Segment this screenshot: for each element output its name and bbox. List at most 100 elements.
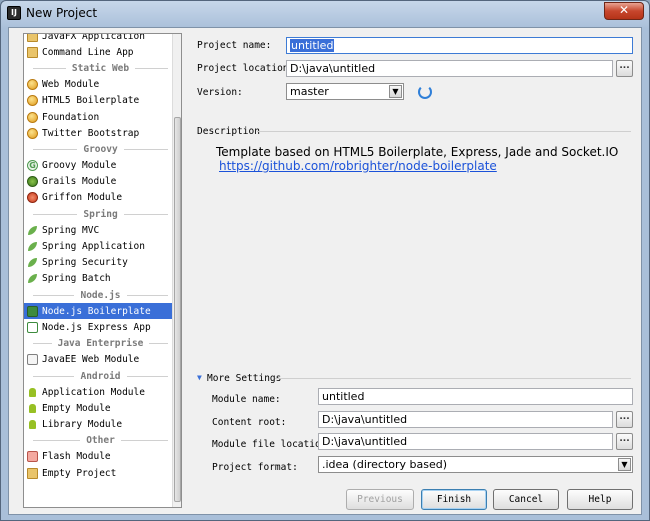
finish-button[interactable]: Finish (421, 489, 487, 510)
sidebar-group-label: Groovy (83, 143, 118, 155)
sidebar-group-label: Java Enterprise (57, 338, 144, 350)
close-button[interactable]: ✕ (604, 2, 644, 20)
project-location-browse-button[interactable]: ... (616, 60, 633, 77)
project-location-input[interactable]: D:\java\untitled (286, 60, 613, 77)
sidebar-group-label: Other (86, 435, 115, 447)
javaee-icon (27, 354, 38, 366)
sidebar-item[interactable]: Empty Module (24, 400, 174, 416)
sidebar-item-label: Node.js Express App (42, 321, 151, 333)
project-format-value: .idea (directory based) (322, 458, 448, 471)
sidebar-item-label: Grails Module (42, 176, 117, 188)
globe-icon (27, 127, 38, 139)
sidebar-item[interactable]: Library Module (24, 417, 174, 433)
sidebar-group-header: Java Enterprise (24, 336, 174, 352)
help-button[interactable]: Help (567, 489, 633, 510)
refresh-icon[interactable] (418, 85, 432, 99)
version-value: master (290, 85, 329, 98)
project-type-items: JavaFX Application Command Line App Static… (24, 33, 174, 481)
module-name-input[interactable]: untitled (318, 388, 633, 405)
sidebar-item[interactable]: JavaFX Application (24, 33, 174, 44)
title-bar[interactable]: IJ New Project ✕ (1, 1, 649, 25)
sidebar-item-label: Foundation (42, 111, 100, 123)
sidebar-item[interactable]: Empty Project (24, 465, 174, 481)
sidebar-item[interactable]: Spring Batch (24, 271, 174, 287)
spring-icon (27, 257, 38, 269)
sidebar-group-header: Spring (24, 206, 174, 222)
sidebar-item-label: Spring MVC (42, 224, 100, 236)
griffon-icon (27, 192, 38, 204)
sidebar-group-label: Node.js (80, 289, 121, 301)
chevron-down-icon[interactable]: ▼ (618, 458, 631, 471)
sidebar-item[interactable]: G Groovy Module (24, 158, 174, 174)
sidebar-item-label: Twitter Bootstrap (42, 127, 140, 139)
intellij-app-icon: IJ (7, 6, 21, 20)
android-icon (27, 402, 38, 414)
folder-icon (27, 34, 38, 42)
sidebar-item[interactable]: Griffon Module (24, 190, 174, 206)
description-text: Template based on HTML5 Boilerplate, Exp… (216, 145, 619, 159)
description-separator (257, 131, 631, 132)
version-select[interactable]: master ▼ (286, 83, 404, 100)
sidebar-item-label: Spring Application (42, 241, 145, 253)
sidebar-item-label: Groovy Module (42, 160, 117, 172)
sidebar-item-label: Spring Security (42, 257, 128, 269)
module-file-location-browse-button[interactable]: ... (616, 433, 633, 450)
content-root-label: Content root: (212, 417, 287, 428)
sidebar-item[interactable]: Command Line App (24, 44, 174, 60)
more-settings-label[interactable]: More Settings (207, 373, 281, 384)
sidebar-item-label: Library Module (42, 419, 123, 431)
project-name-input[interactable]: untitled (286, 37, 633, 54)
sidebar-item-label: Spring Batch (42, 273, 111, 285)
sidebar-item-label: Empty Project (42, 467, 117, 479)
more-settings-separator (275, 378, 631, 379)
spring-icon (27, 224, 38, 236)
sidebar-group-header: Node.js (24, 287, 174, 303)
content-root-browse-button[interactable]: ... (616, 411, 633, 428)
chevron-down-icon[interactable]: ▼ (389, 85, 402, 98)
content-root-input[interactable]: D:\java\untitled (318, 411, 613, 428)
empty-project-icon (27, 467, 38, 479)
description-label: Description (197, 126, 260, 137)
module-name-label: Module name: (212, 394, 281, 405)
sidebar-group-header: Static Web (24, 60, 174, 76)
project-format-select[interactable]: .idea (directory based) ▼ (318, 456, 633, 473)
sidebar-item-label: JavaFX Application (42, 33, 145, 42)
android-icon (27, 386, 38, 398)
expand-triangle-icon[interactable]: ▼ (197, 373, 202, 382)
project-name-value: untitled (290, 39, 335, 52)
sidebar-item[interactable]: Twitter Bootstrap (24, 125, 174, 141)
dialog-content: JavaFX Application Command Line App Static… (8, 27, 642, 515)
project-name-label: Project name: (197, 40, 272, 51)
grails-icon (27, 176, 38, 188)
sidebar-item-label: Griffon Module (42, 192, 123, 204)
sidebar-scrollbar[interactable] (172, 34, 181, 507)
sidebar-group-header: Other (24, 433, 174, 449)
sidebar-item[interactable]: Spring Application (24, 238, 174, 254)
cancel-button[interactable]: Cancel (493, 489, 559, 510)
sidebar-item-label: Flash Module (42, 451, 111, 463)
project-format-label: Project format: (212, 462, 298, 473)
android-icon (27, 419, 38, 431)
sidebar-scroll-thumb[interactable] (174, 117, 181, 502)
sidebar-item[interactable]: Spring MVC (24, 222, 174, 238)
sidebar-group-header: Android (24, 368, 174, 384)
sidebar-item[interactable]: Spring Security (24, 255, 174, 271)
globe-icon (27, 111, 38, 123)
description-link[interactable]: https://github.com/robrighter/node-boile… (219, 159, 497, 173)
previous-button[interactable]: Previous (346, 489, 414, 510)
sidebar-group-header: Groovy (24, 141, 174, 157)
sidebar-item[interactable]: Node.js Express App (24, 319, 174, 335)
sidebar-item[interactable]: Application Module (24, 384, 174, 400)
window-title: New Project (26, 6, 98, 20)
sidebar-item[interactable]: HTML5 Boilerplate (24, 93, 174, 109)
sidebar-item-label: Empty Module (42, 402, 111, 414)
sidebar-item[interactable]: JavaEE Web Module (24, 352, 174, 368)
sidebar-item-label: Node.js Boilerplate (42, 305, 151, 317)
sidebar-item[interactable]: Node.js Boilerplate (24, 303, 174, 320)
sidebar-item[interactable]: Web Module (24, 77, 174, 93)
sidebar-item[interactable]: Foundation (24, 109, 174, 125)
module-file-location-input[interactable]: D:\java\untitled (318, 433, 613, 450)
sidebar-item[interactable]: Grails Module (24, 174, 174, 190)
sidebar-item-label: Web Module (42, 79, 100, 91)
sidebar-item[interactable]: Flash Module (24, 449, 174, 465)
